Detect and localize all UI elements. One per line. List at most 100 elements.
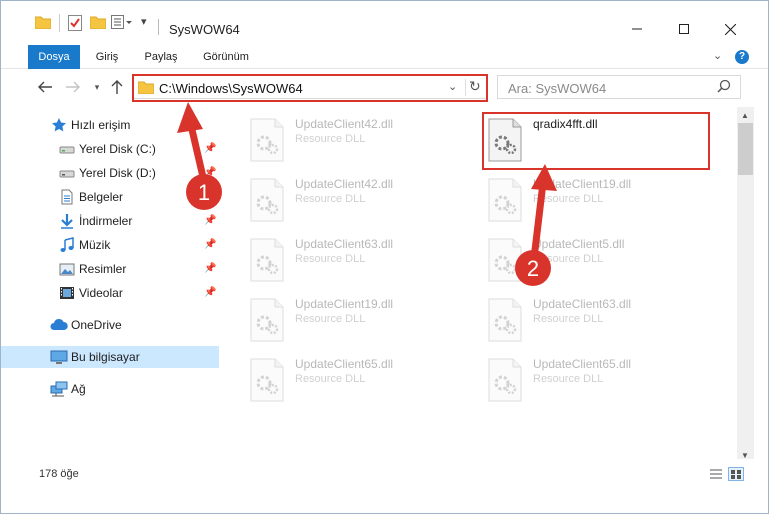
sidebar-item-onedrive[interactable]: OneDrive xyxy=(1,314,219,336)
window-title: SysWOW64 xyxy=(169,22,240,37)
properties-icon[interactable] xyxy=(68,15,82,31)
list-item[interactable]: UpdateClient42.dll Resource DLL xyxy=(247,115,477,171)
dll-file-icon xyxy=(247,235,287,285)
maximize-button[interactable] xyxy=(669,18,699,40)
list-item[interactable]: UpdateClient19.dll Resource DLL xyxy=(247,295,477,351)
file-type: Resource DLL xyxy=(295,373,366,385)
list-item[interactable]: UpdateClient63.dll Resource DLL xyxy=(247,235,477,291)
dll-file-icon xyxy=(485,355,525,405)
title-bar: ▾ SysWOW64 xyxy=(1,1,768,45)
dll-file-icon xyxy=(485,295,525,345)
sidebar-item-label: OneDrive xyxy=(71,318,122,332)
expand-ribbon-icon[interactable]: ⌄ xyxy=(713,49,722,62)
pin-icon[interactable]: 📌 xyxy=(204,239,216,250)
tab-home[interactable]: Giriş xyxy=(87,45,127,69)
large-icons-view-icon[interactable] xyxy=(728,467,744,481)
pin-icon[interactable]: 📌 xyxy=(204,263,216,274)
network-icon xyxy=(50,381,68,397)
list-item[interactable]: UpdateClient19.dll Resource DLL xyxy=(485,175,715,231)
desktop-background xyxy=(1,487,768,513)
sidebar-item-label: Yerel Disk (D:) xyxy=(79,166,156,180)
file-type: Resource DLL xyxy=(533,373,604,385)
music-icon xyxy=(59,237,75,253)
qa-separator xyxy=(59,14,60,32)
pin-icon[interactable]: 📌 xyxy=(204,143,216,154)
customize-icon[interactable] xyxy=(111,15,133,29)
recent-locations-icon[interactable]: ▾ xyxy=(87,77,107,97)
list-item[interactable]: UpdateClient42.dll Resource DLL xyxy=(247,175,477,231)
list-item[interactable]: UpdateClient65.dll Resource DLL xyxy=(485,355,715,411)
title-separator xyxy=(158,19,159,35)
address-highlight-box xyxy=(132,74,488,102)
back-button[interactable] xyxy=(35,77,55,97)
explorer-window: ▾ SysWOW64 Dosya Giriş Paylaş Görünüm ⌄ … xyxy=(0,0,769,514)
download-icon xyxy=(59,213,75,229)
tab-file[interactable]: Dosya xyxy=(28,45,80,69)
details-view-icon[interactable] xyxy=(708,467,724,481)
file-name: UpdateClient19.dll xyxy=(295,297,394,311)
file-type: Resource DLL xyxy=(295,133,366,145)
pin-icon[interactable]: 📌 xyxy=(204,191,216,202)
minimize-button[interactable] xyxy=(622,18,652,40)
pin-icon[interactable]: 📌 xyxy=(204,167,216,178)
scroll-up-icon[interactable]: ▲ xyxy=(741,111,749,120)
sidebar-item-music[interactable]: Müzik 📌 xyxy=(1,234,219,256)
file-name: UpdateClient65.dll xyxy=(533,357,632,371)
file-name: UpdateClient19.dll xyxy=(533,177,632,191)
drive-icon xyxy=(59,165,75,181)
drive-icon xyxy=(59,141,75,157)
sidebar-item-videos[interactable]: Videolar 📌 xyxy=(1,282,219,304)
dll-file-icon xyxy=(247,175,287,225)
search-icon[interactable] xyxy=(717,79,731,96)
search-box[interactable]: Ara: SysWOW64 xyxy=(497,75,741,99)
file-name: UpdateClient65.dll xyxy=(295,357,394,371)
sidebar-item-pictures[interactable]: Resimler 📌 xyxy=(1,258,219,280)
dll-file-icon xyxy=(485,175,525,225)
sidebar-item-label: Müzik xyxy=(79,238,111,252)
sidebar-item-this-pc[interactable]: Bu bilgisayar xyxy=(1,346,219,368)
file-name: UpdateClient42.dll xyxy=(295,177,394,191)
status-bar: 178 öğe xyxy=(1,459,768,487)
file-type: Resource DLL xyxy=(295,253,366,265)
sidebar-item-network[interactable]: Ağ xyxy=(1,378,219,400)
pictures-icon xyxy=(59,261,75,277)
sidebar-item-drive-d[interactable]: Yerel Disk (D:) 📌 xyxy=(1,162,219,184)
sidebar-item-label: Videolar xyxy=(79,286,123,300)
file-name: UpdateClient63.dll xyxy=(533,297,632,311)
item-count: 178 öğe xyxy=(39,468,79,480)
qa-dropdown-icon[interactable]: ▾ xyxy=(141,15,147,28)
star-icon xyxy=(51,117,67,133)
video-icon xyxy=(59,285,75,301)
tab-view[interactable]: Görünüm xyxy=(196,45,256,69)
sidebar-item-label: Resimler xyxy=(79,262,127,276)
file-type: Resource DLL xyxy=(533,313,604,325)
sidebar-item-label: Yerel Disk (C:) xyxy=(79,142,156,156)
dll-file-icon xyxy=(247,295,287,345)
pin-icon[interactable]: 📌 xyxy=(204,287,216,298)
tab-share[interactable]: Paylaş xyxy=(139,45,183,69)
forward-button[interactable] xyxy=(63,77,83,97)
dll-file-icon xyxy=(247,355,287,405)
close-button[interactable] xyxy=(715,18,745,40)
up-button[interactable] xyxy=(107,77,127,97)
sidebar-item-drive-c[interactable]: Yerel Disk (C:) 📌 xyxy=(1,138,219,160)
list-item[interactable]: UpdateClient5.dll Resource DLL xyxy=(485,235,715,291)
search-input[interactable]: Ara: SysWOW64 xyxy=(508,81,606,96)
sidebar-item-documents[interactable]: Belgeler 📌 xyxy=(1,186,219,208)
ribbon: Dosya Giriş Paylaş Görünüm ⌄ ? xyxy=(1,45,768,69)
sidebar-item-quick-access[interactable]: Hızlı erişim xyxy=(1,114,219,136)
help-icon[interactable]: ? xyxy=(735,50,749,64)
vertical-scrollbar[interactable]: ▲ ▼ xyxy=(737,107,754,465)
list-item[interactable]: UpdateClient65.dll Resource DLL xyxy=(247,355,477,411)
sidebar-item-downloads[interactable]: İndirmeler 📌 xyxy=(1,210,219,232)
scroll-thumb[interactable] xyxy=(738,123,753,175)
pin-icon[interactable]: 📌 xyxy=(204,215,216,226)
file-type: Resource DLL xyxy=(533,193,604,205)
file-type: Resource DLL xyxy=(295,193,366,205)
new-folder-icon[interactable] xyxy=(90,15,106,29)
sidebar-item-label: İndirmeler xyxy=(79,214,133,228)
list-item[interactable]: UpdateClient63.dll Resource DLL xyxy=(485,295,715,351)
file-name: UpdateClient42.dll xyxy=(295,117,394,131)
dll-file-icon xyxy=(247,115,287,165)
cloud-icon xyxy=(50,317,68,333)
